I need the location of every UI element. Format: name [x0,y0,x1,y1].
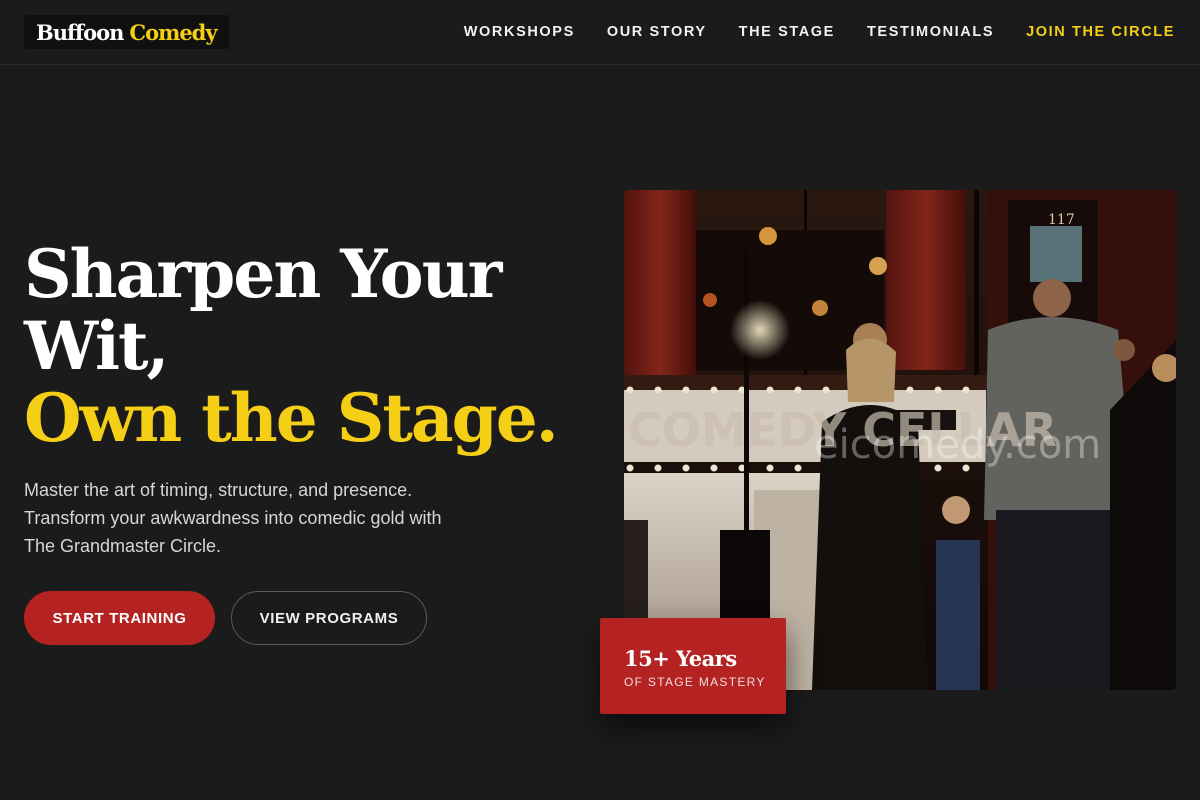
site-header: Buffoon Comedy WORKSHOPS OUR STORY THE ST… [0,0,1200,65]
nav-link-testimonials[interactable]: TESTIMONIALS [867,24,994,40]
logo-word-comedy: Comedy [129,19,217,45]
door-number: 117 [1048,212,1075,228]
brand-logo[interactable]: Buffoon Comedy [24,15,229,49]
logo-word-buffoon: Buffoon [36,19,124,45]
hero-photo: COMEDY CELLAR eicomedy.com 117 [624,190,1176,690]
badge-value: 15+ Years [624,646,737,671]
photo-watermark: eicomedy.com [814,422,1101,468]
hero-headline: Sharpen Your Wit, Own the Stage. [24,238,584,454]
start-training-button[interactable]: START TRAINING [24,591,215,645]
view-programs-button[interactable]: VIEW PROGRAMS [231,591,427,645]
nav-link-workshops[interactable]: WORKSHOPS [464,24,575,40]
experience-badge: 15+ Years OF STAGE MASTERY [600,618,786,714]
headline-accent: Own the Stage. [24,379,559,457]
hero-subtext: Master the art of timing, structure, and… [24,480,442,556]
headline-line-2: Wit, [24,307,170,385]
nav-link-our-story[interactable]: OUR STORY [607,24,707,40]
headline-line-1: Sharpen Your [24,235,502,313]
badge-caption: OF STAGE MASTERY [624,675,766,689]
nav-link-the-stage[interactable]: THE STAGE [739,24,835,40]
main-nav: WORKSHOPS OUR STORY THE STAGE TESTIMONIA… [464,0,1175,64]
nav-link-join-the-circle[interactable]: JOIN THE CIRCLE [1026,24,1175,40]
